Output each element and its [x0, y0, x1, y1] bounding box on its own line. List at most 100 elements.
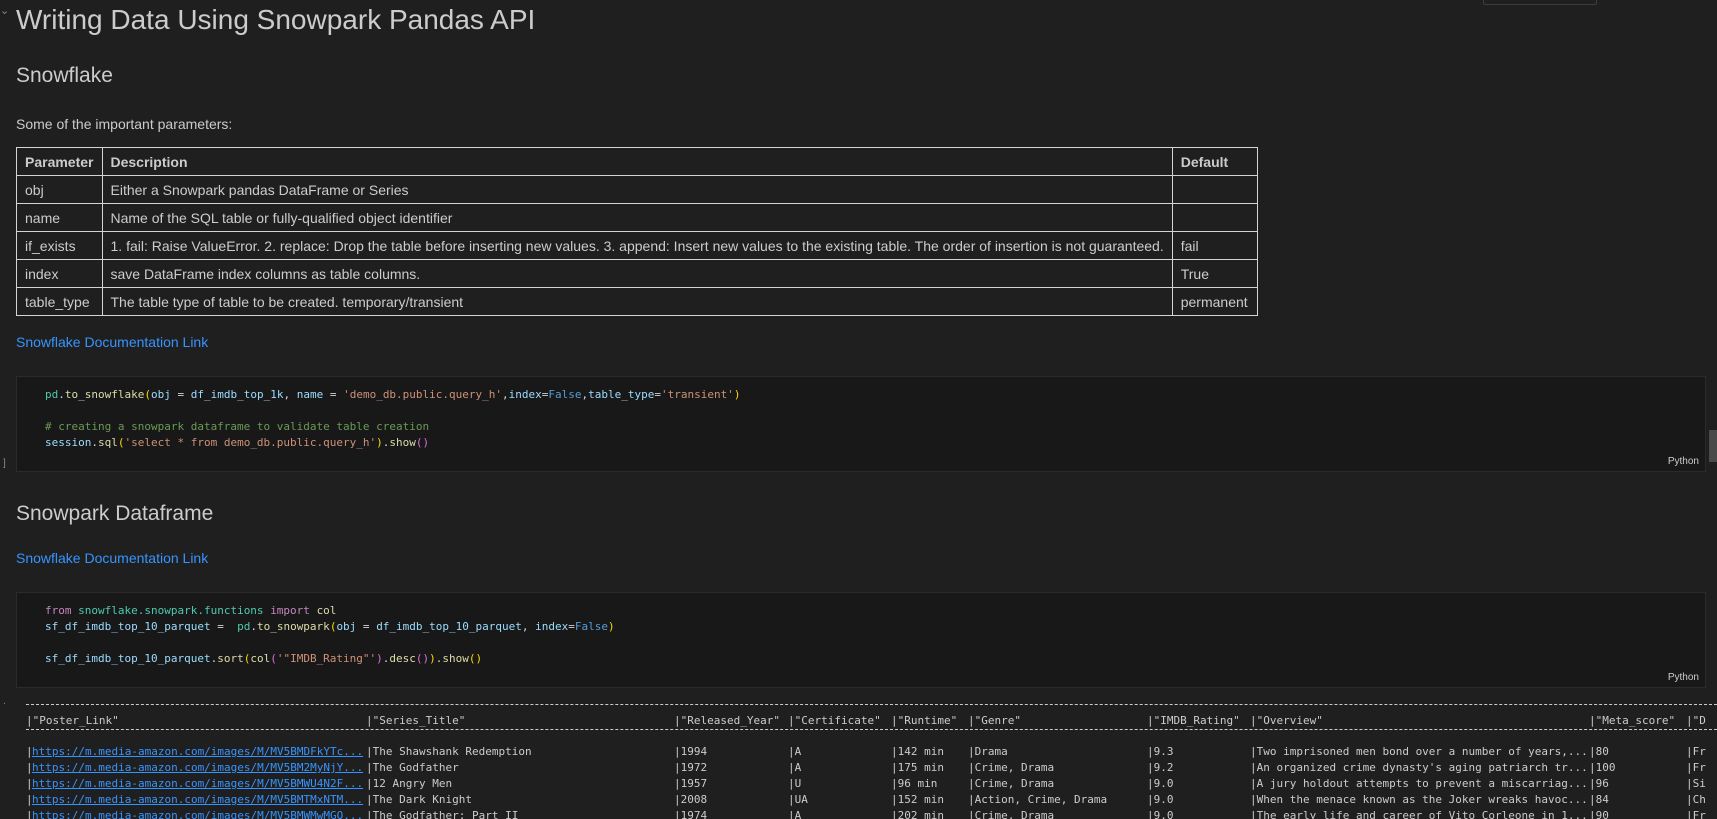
code-editor[interactable]: from snowflake.snowpark.functions import… — [45, 603, 615, 667]
table-row: if_exists 1. fail: Raise ValueError. 2. … — [16, 231, 1258, 260]
output-cell: |2008 — [674, 793, 708, 806]
output-cell: |Ch — [1686, 793, 1706, 806]
code-line: sf_df_imdb_top_10_parquet = pd.to_snowpa… — [45, 620, 615, 633]
output-column-header: |"D — [1686, 714, 1706, 727]
table-cell: The table type of table to be created. t… — [101, 287, 1173, 316]
output-cell: https://m.media-amazon.com/images/M/MV5B… — [32, 808, 366, 819]
output-cell: |Si — [1686, 777, 1706, 790]
output-cell: |142 min — [891, 745, 944, 758]
output-separator — [26, 729, 1717, 730]
output-column-header: |"IMDB_Rating" — [1147, 714, 1240, 727]
language-label[interactable]: Python — [1668, 672, 1699, 683]
output-cell: |1972 — [674, 761, 708, 774]
output-cell: |A — [788, 761, 802, 774]
table-cell: Either a Snowpark pandas DataFrame or Se… — [101, 175, 1173, 204]
code-line: sf_df_imdb_top_10_parquet.sort(col('"IMD… — [45, 652, 483, 665]
poster-link[interactable]: https://m.media-amazon.com/images/M/MV5B… — [32, 777, 363, 790]
output-cell: https://m.media-amazon.com/images/M/MV5B… — [32, 744, 366, 760]
output-cell: |9.2 — [1147, 761, 1174, 774]
table-cell: Name of the SQL table or fully-qualified… — [101, 203, 1173, 232]
output-cell: |1974 — [674, 809, 708, 819]
table-cell: name — [16, 203, 103, 232]
code-editor[interactable]: pd.to_snowflake(obj = df_imdb_top_1k, na… — [45, 387, 741, 451]
output-cell: |An organized crime dynasty's aging patr… — [1250, 761, 1588, 774]
output-cell: |96 — [1589, 777, 1609, 790]
code-line: from snowflake.snowpark.functions import… — [45, 604, 337, 617]
output-cell: |175 min — [891, 761, 944, 774]
table-row: name Name of the SQL table or fully-qual… — [16, 203, 1258, 232]
code-cell[interactable]: pd.to_snowflake(obj = df_imdb_top_1k, na… — [16, 376, 1706, 472]
output-cell: |80 — [1589, 745, 1609, 758]
output-cell: |1957 — [674, 777, 708, 790]
code-cell[interactable]: from snowflake.snowpark.functions import… — [16, 592, 1706, 688]
poster-link[interactable]: https://m.media-amazon.com/images/M/MV5B… — [32, 745, 363, 758]
toolbar-box — [1483, 0, 1597, 5]
table-header-row: Parameter Description Default — [16, 147, 1258, 176]
poster-link[interactable]: https://m.media-amazon.com/images/M/MV5B… — [32, 809, 363, 819]
snowflake-docs-link[interactable]: Snowflake Documentation Link — [16, 334, 208, 350]
table-cell: fail — [1171, 231, 1258, 260]
output-cell: |96 min — [891, 777, 938, 790]
output-column-header: |"Meta_score" — [1589, 714, 1676, 727]
output-cell: |The Godfather — [366, 761, 459, 774]
output-cell: https://m.media-amazon.com/images/M/MV5B… — [32, 776, 366, 792]
snowflake-docs-link-2[interactable]: Snowflake Documentation Link — [16, 550, 208, 566]
scrollbar-thumb[interactable] — [1709, 430, 1717, 462]
output-cell: |9.0 — [1147, 777, 1174, 790]
output-cell: |12 Angry Men — [366, 777, 453, 790]
output-cell: |Crime, Drama — [968, 777, 1055, 790]
poster-link[interactable]: https://m.media-amazon.com/images/M/MV5B… — [32, 761, 363, 774]
output-cell: |90 — [1589, 809, 1609, 819]
table-cell — [1171, 175, 1258, 204]
output-cell: |Fr — [1686, 809, 1706, 819]
table-cell: save DataFrame index columns as table co… — [101, 259, 1173, 288]
output-cell: https://m.media-amazon.com/images/M/MV5B… — [32, 792, 366, 808]
output-cell: |202 min — [891, 809, 944, 819]
output-column-header: |"Released_Year" — [674, 714, 780, 727]
output-cell: |Crime, Drama — [968, 809, 1055, 819]
output-cell: |9.0 — [1147, 793, 1174, 806]
output-cell: |9.3 — [1147, 745, 1174, 758]
table-cell: 1. fail: Raise ValueError. 2. replace: D… — [101, 231, 1173, 260]
table-cell: index — [16, 259, 103, 288]
output-cell: |Crime, Drama — [968, 761, 1055, 774]
output-column-header: |"Certificate" — [788, 714, 881, 727]
output-cell: |The Godfather: Part II — [366, 809, 519, 819]
cell-execution-bracket: . — [3, 696, 6, 707]
output-cell: |1994 — [674, 745, 708, 758]
output-cell: |When the menace known as the Joker wrea… — [1250, 793, 1588, 806]
table-cell: table_type — [16, 287, 103, 316]
table-cell: permanent — [1171, 287, 1258, 316]
output-cell: |9.0 — [1147, 809, 1174, 819]
language-label[interactable]: Python — [1668, 456, 1699, 467]
output-separator — [26, 704, 1717, 705]
intro-text: Some of the important parameters: — [16, 116, 233, 132]
output-cell: |Two imprisoned men bond over a number o… — [1250, 745, 1588, 758]
output-cell: |A — [788, 745, 802, 758]
code-line: # creating a snowpark dataframe to valid… — [45, 420, 430, 433]
output-cell: |Fr — [1686, 745, 1706, 758]
output-cell: |The Shawshank Redemption — [366, 745, 532, 758]
output-cell: |Fr — [1686, 761, 1706, 774]
code-line: session.sql('select * from demo_db.publi… — [45, 436, 430, 449]
table-cell — [1171, 203, 1258, 232]
output-column-header: |"Genre" — [968, 714, 1021, 727]
output-cell: |Action, Crime, Drama — [968, 793, 1108, 806]
output-column-header: |"Series_Title" — [366, 714, 466, 727]
output-cell: |UA — [788, 793, 808, 806]
cell-execution-bracket: ] — [3, 458, 6, 469]
poster-link[interactable]: https://m.media-amazon.com/images/M/MV5B… — [32, 793, 363, 806]
table-row: obj Either a Snowpark pandas DataFrame o… — [16, 175, 1258, 204]
table-row: table_type The table type of table to be… — [16, 287, 1258, 316]
table-cell: True — [1171, 259, 1258, 288]
output-cell: |The early life and career of Vito Corle… — [1250, 809, 1588, 819]
output-cell: |100 — [1589, 761, 1616, 774]
table-header-cell: Default — [1171, 147, 1258, 176]
table-header-cell: Parameter — [16, 147, 103, 176]
output-column-header: |"Runtime" — [891, 714, 958, 727]
output-cell: |152 min — [891, 793, 944, 806]
collapse-chevron-icon[interactable]: ⌄ — [0, 4, 9, 17]
parameters-table: Parameter Description Default obj Either… — [16, 147, 1258, 316]
output-cell: |84 — [1589, 793, 1609, 806]
section-heading-snowflake: Snowflake — [16, 64, 113, 87]
